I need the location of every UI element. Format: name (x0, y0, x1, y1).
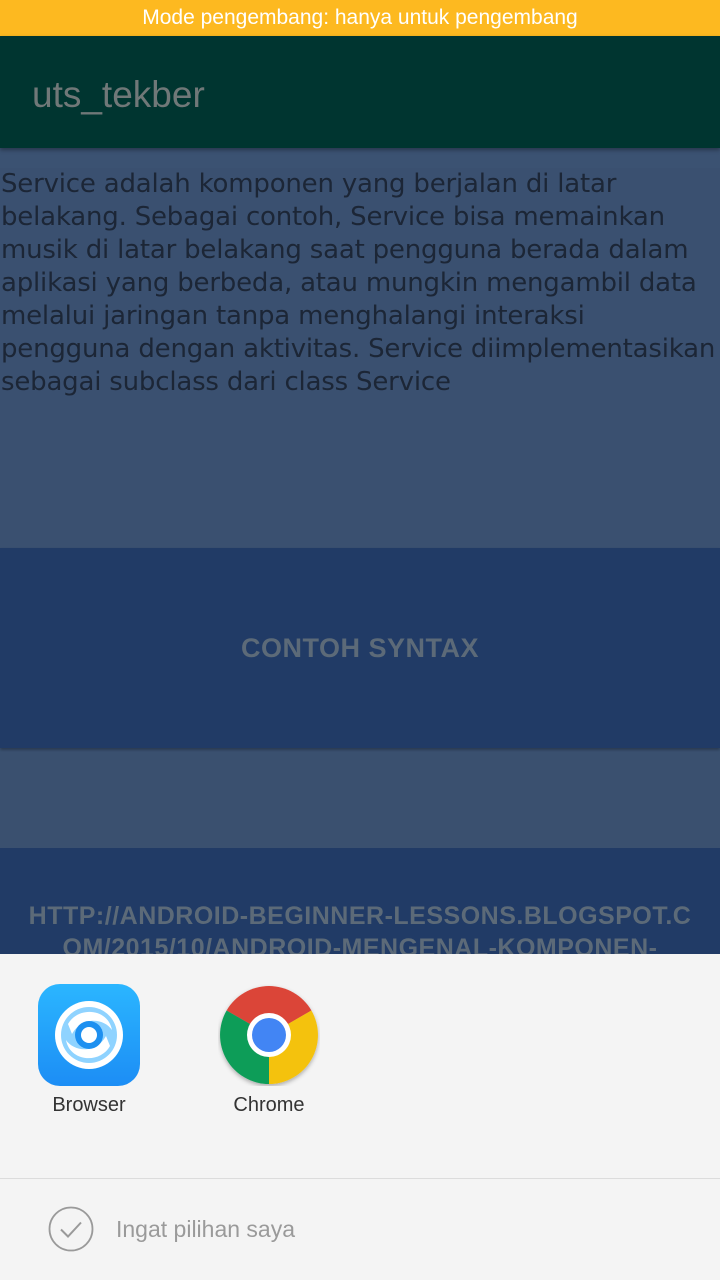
link-button-label: HTTP://ANDROID-BEGINNER-LESSONS.BLOGSPOT… (28, 902, 692, 958)
sheet-divider (0, 1178, 720, 1179)
description-text: Service adalah komponen yang berjalan di… (1, 169, 716, 397)
app-chooser-sheet: Browser Chrome Ingat pilihan saya (0, 954, 720, 1280)
link-button[interactable]: HTTP://ANDROID-BEGINNER-LESSONS.BLOGSPOT… (0, 848, 720, 958)
contoh-syntax-label: CONTOH SYNTAX (240, 632, 480, 663)
app-bar: uts_tekber (0, 36, 720, 148)
description-panel: Service adalah komponen yang berjalan di… (0, 168, 720, 548)
remember-choice-label: Ingat pilihan saya (116, 1215, 296, 1242)
app-label-browser: Browser (52, 1094, 126, 1116)
app-title: uts_tekber (32, 74, 205, 115)
browser-icon (38, 984, 140, 1086)
contoh-syntax-button[interactable]: CONTOH SYNTAX (0, 548, 720, 748)
status-bar-text: Mode pengembang: hanya untuk pengembang (142, 6, 578, 29)
spacer-panel (0, 752, 720, 848)
remember-choice-row[interactable]: Ingat pilihan saya (48, 1206, 295, 1252)
app-option-browser[interactable]: Browser (19, 984, 159, 1117)
check-circle-icon[interactable] (48, 1206, 94, 1252)
app-label-chrome: Chrome (233, 1094, 305, 1116)
status-bar: Mode pengembang: hanya untuk pengembang (0, 0, 720, 36)
app-option-chrome[interactable]: Chrome (199, 984, 339, 1117)
chrome-icon (218, 984, 320, 1086)
